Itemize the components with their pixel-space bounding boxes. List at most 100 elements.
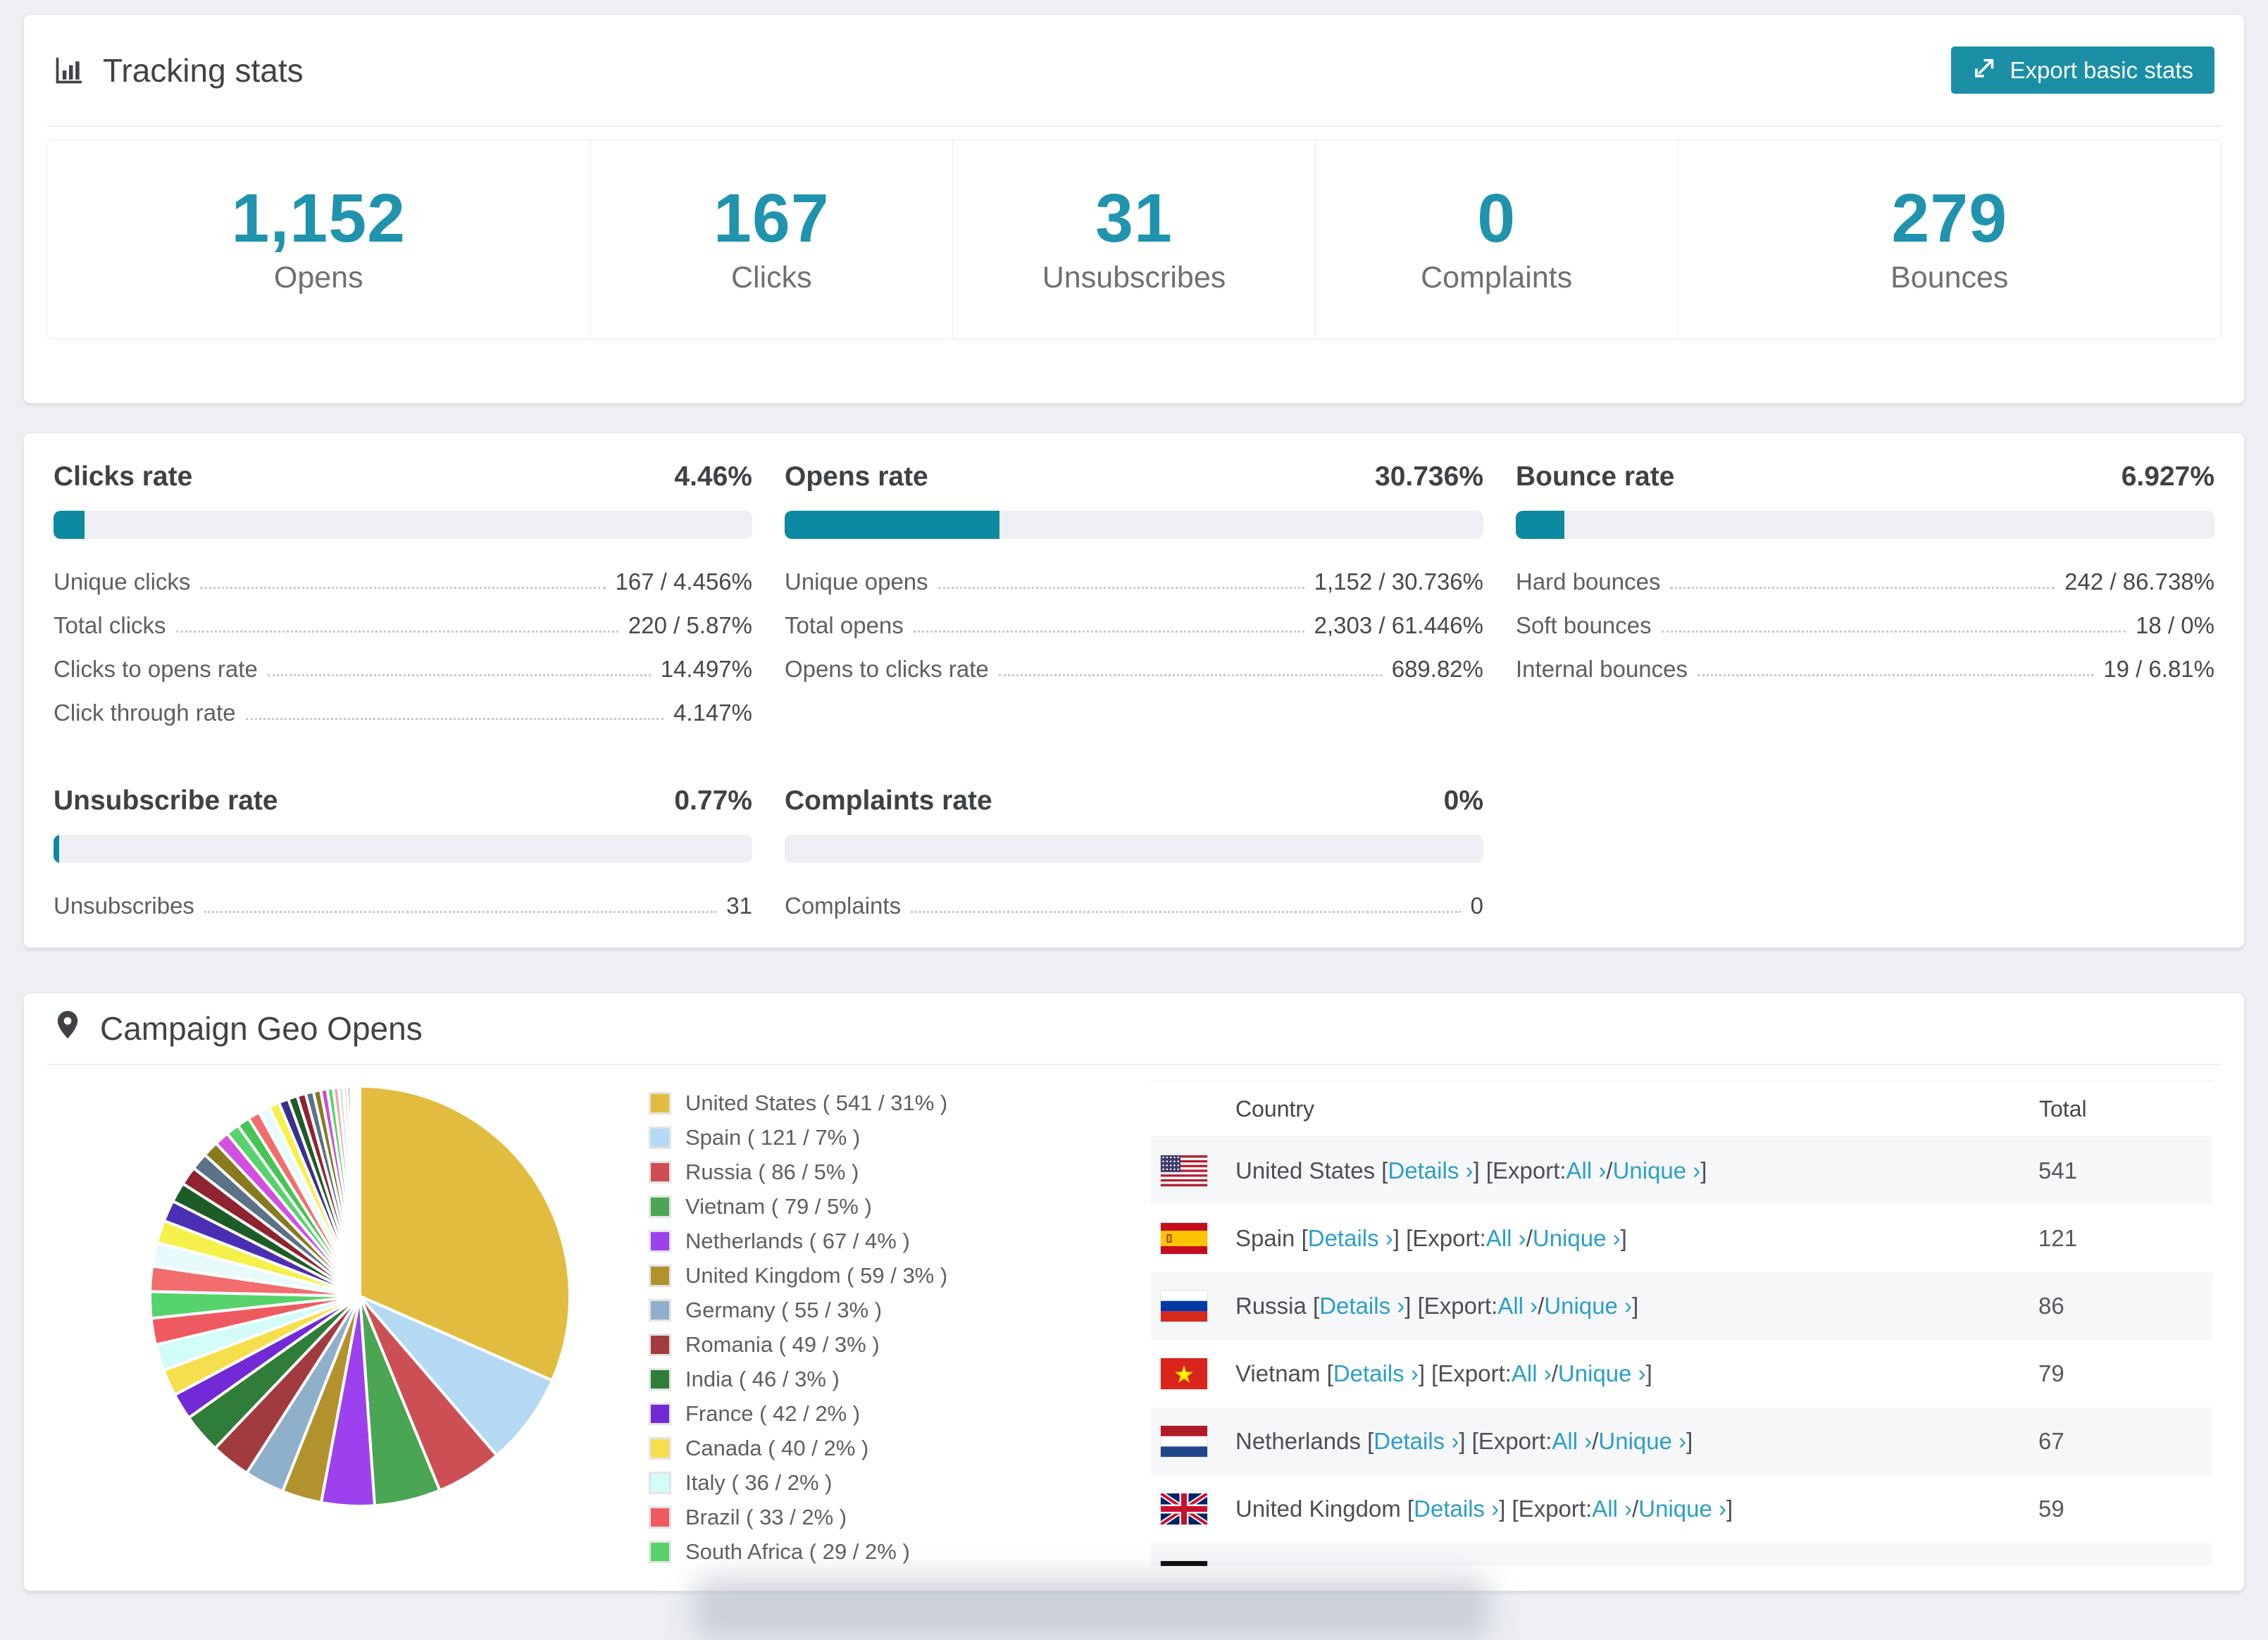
legend-item: Spain ( 121 / 7% ) (649, 1125, 947, 1150)
stat-box-bounces: 279 Bounces (1677, 140, 2222, 339)
stat-label: Bounces (1890, 261, 2009, 294)
details-link[interactable]: Details › (1319, 1293, 1404, 1319)
country-name: Germany (1235, 1563, 1338, 1566)
dotted-leader (1661, 630, 2126, 633)
dotted-leader (245, 718, 664, 720)
geo-table-container: Country Total United States [Details ›] … (1151, 1081, 2212, 1566)
geo-table-row-vn: Vietnam [Details ›] [Export: All › / Uni… (1151, 1340, 2212, 1408)
details-link[interactable]: Details › (1344, 1563, 1429, 1566)
legend-item: United States ( 541 / 31% ) (649, 1091, 947, 1116)
details-link[interactable]: Details › (1388, 1157, 1473, 1184)
country-name: United Kingdom (1235, 1496, 1407, 1522)
bracket-text: ] [Export: (1429, 1563, 1522, 1566)
bracket-text: ] (1645, 1360, 1652, 1386)
de-flag-icon (1161, 1561, 1207, 1566)
export-basic-stats-button[interactable]: Export basic stats (1950, 46, 2214, 94)
stat-row-label: Total opens (785, 612, 904, 638)
legend-label: Netherlands ( 67 / 4% ) (685, 1229, 910, 1253)
details-link[interactable]: Details › (1373, 1428, 1459, 1455)
details-link[interactable]: Details › (1333, 1360, 1419, 1387)
unsubscribe-rate-bar-fill (54, 835, 59, 863)
geo-opens-pie-chart (142, 1078, 578, 1515)
stat-value: 167 (713, 180, 830, 256)
export-all-link[interactable]: All › (1566, 1157, 1607, 1184)
export-unique-link[interactable]: Unique › (1598, 1428, 1686, 1455)
stat-label: Unsubscribes (1042, 261, 1226, 294)
map-pin-icon (54, 1010, 82, 1048)
country-name: Russia (1235, 1293, 1314, 1319)
stat-row-label: Unsubscribes (54, 893, 194, 919)
stat-value: 1,152 (231, 180, 406, 256)
clicks-rate-title: Clicks rate (54, 461, 193, 492)
bounce-rate-header: Bounce rate 6.927% (1516, 460, 2214, 494)
bracket-text: ] [Export: (1404, 1293, 1498, 1319)
vn-flag-icon (1161, 1358, 1207, 1389)
legend-label: India ( 46 / 3% ) (685, 1367, 840, 1391)
export-all-link[interactable]: All › (1486, 1225, 1526, 1252)
stat-box-opens: 1,152 Opens (47, 140, 590, 339)
stat-row-label: Hard bounces (1516, 569, 1661, 595)
rates-card: Clicks rate 4.46% Unique clicks 167 / 4.456… (23, 433, 2245, 948)
country-cell: Netherlands [Details ›] [Export: All › /… (1151, 1408, 2038, 1475)
geo-table-row-es: Spain [Details ›] [Export: All › / Uniqu… (1151, 1205, 2212, 1272)
bounce-stat-row: Internal bounces 19 / 6.81% (1516, 647, 2214, 691)
export-all-link[interactable]: All › (1592, 1496, 1632, 1522)
legend-label: France ( 42 / 2% ) (685, 1401, 861, 1426)
clicks-rate-rows: Unique clicks 167 / 4.456% Total clicks 220… (54, 560, 752, 735)
stat-row-value: 14.497% (660, 656, 752, 682)
details-link[interactable]: Details › (1414, 1496, 1499, 1522)
bracket-text: ] [Export: (1392, 1225, 1486, 1251)
stat-row-label: Total clicks (54, 612, 166, 638)
export-unique-link[interactable]: Unique › (1558, 1360, 1646, 1387)
bracket-text: ] (1686, 1428, 1693, 1454)
bounce-rate-value: 6.927% (2121, 461, 2214, 492)
stat-row-label: Unique clicks (54, 569, 191, 595)
tracking-stats-title-text: Tracking stats (103, 51, 304, 89)
export-unique-link[interactable]: Unique › (1638, 1496, 1726, 1522)
nl-flag-icon (1161, 1426, 1207, 1457)
dotted-leader (1697, 674, 2094, 676)
stat-label: Opens (273, 261, 363, 294)
country-column-header: Country (1151, 1081, 2038, 1137)
stat-value: 31 (1095, 180, 1173, 256)
bounce-rate-block: Bounce rate 6.927% Hard bounces 242 / 86.73… (1516, 460, 2214, 735)
country-cell: United Kingdom [Details ›] [Export: All … (1151, 1475, 2038, 1543)
stat-label: Complaints (1421, 261, 1573, 294)
export-all-link[interactable]: All › (1522, 1563, 1562, 1566)
bounce-stat-row: Hard bounces 242 / 86.738% (1516, 560, 2214, 604)
bracket-text: ] (1657, 1563, 1663, 1566)
legend-item: Romania ( 49 / 3% ) (649, 1332, 947, 1358)
export-unique-link[interactable]: Unique › (1613, 1157, 1701, 1184)
opens-rate-header: Opens rate 30.736% (785, 460, 1483, 494)
stat-row-label: Complaints (785, 893, 902, 919)
clicks-rate-header: Clicks rate 4.46% (54, 460, 752, 494)
details-link[interactable]: Details › (1308, 1225, 1393, 1252)
stat-row-label: Clicks to opens rate (54, 656, 258, 682)
bracket-text: [ (1381, 1157, 1388, 1184)
stat-row-value: 242 / 86.738% (2064, 569, 2214, 595)
complaints-rate-rows: Complaints 0 (785, 884, 1483, 928)
export-all-link[interactable]: All › (1512, 1360, 1552, 1387)
bracket-text: [ (1367, 1428, 1374, 1454)
stat-row-value: 18 / 0% (2136, 612, 2214, 638)
legend-item: Canada ( 40 / 2% ) (649, 1436, 947, 1461)
dotted-leader (204, 911, 717, 913)
export-all-link[interactable]: All › (1497, 1293, 1538, 1319)
total-value: 86 (2038, 1293, 2064, 1319)
legend-swatch (649, 1265, 671, 1287)
export-unique-link[interactable]: Unique › (1544, 1293, 1632, 1319)
geo-table-row-ru: Russia [Details ›] [Export: All › / Uniq… (1151, 1272, 2212, 1340)
export-unique-link[interactable]: Unique › (1569, 1563, 1657, 1566)
campaign-geo-opens-card: Campaign Geo Opens United States ( 541 /… (23, 993, 2245, 1591)
stat-label: Clicks (731, 261, 812, 294)
clicks-stat-row: Click through rate 4.147% (54, 691, 752, 735)
export-unique-link[interactable]: Unique › (1533, 1225, 1621, 1252)
bracket-text: ] [Export: (1418, 1360, 1512, 1386)
separator-text: / (1526, 1225, 1533, 1251)
opens-stat-row: Unique opens 1,152 / 30.736% (785, 560, 1483, 604)
legend-item: Netherlands ( 67 / 4% ) (649, 1229, 947, 1254)
export-all-link[interactable]: All › (1552, 1428, 1592, 1455)
dotted-leader (911, 911, 1461, 913)
bounce-stat-row: Soft bounces 18 / 0% (1516, 604, 2214, 647)
stat-row-value: 0 (1470, 893, 1483, 919)
